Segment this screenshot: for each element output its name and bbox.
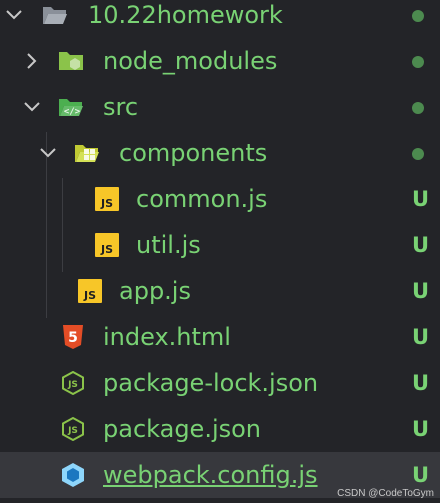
- modified-dot: [412, 102, 424, 114]
- git-status-badge: U: [412, 325, 430, 349]
- git-status-badge: U: [412, 279, 430, 303]
- git-status-badge: U: [412, 417, 430, 441]
- tree-file-index-html[interactable]: 5 index.html U: [0, 314, 440, 360]
- modified-dot: [412, 56, 424, 68]
- modified-dot: [412, 10, 424, 22]
- tree-item-label: index.html: [103, 323, 231, 351]
- tree-item-label: app.js: [119, 277, 191, 305]
- svg-text:JS: JS: [100, 243, 113, 256]
- js-icon: JS: [95, 187, 119, 211]
- watermark: CSDN @CodeToGym: [337, 488, 434, 499]
- tree-item-label: webpack.config.js: [103, 461, 318, 489]
- chevron-down-icon: [24, 102, 40, 112]
- tree-item-label: src: [103, 93, 139, 121]
- chevron-right-icon: [27, 53, 37, 69]
- folder-node-icon: [59, 52, 83, 70]
- svg-text:5: 5: [68, 330, 78, 346]
- js-icon: JS: [78, 279, 102, 303]
- chevron-down-icon: [6, 10, 22, 20]
- tree-file-common-js[interactable]: JS common.js U: [0, 176, 440, 222]
- tree-item-label: node_modules: [103, 47, 278, 75]
- tree-item-label: package.json: [103, 415, 262, 443]
- svg-text:JS: JS: [83, 289, 96, 302]
- git-status-badge: U: [412, 371, 430, 395]
- svg-text:JS: JS: [67, 380, 78, 390]
- folder-src-icon: </>: [59, 99, 83, 117]
- git-status-badge: U: [412, 463, 430, 487]
- tree-file-package-json[interactable]: JS package.json U: [0, 406, 440, 452]
- svg-text:JS: JS: [67, 426, 78, 436]
- svg-text:</>: </>: [64, 107, 81, 117]
- tree-folder-src[interactable]: </> src: [0, 84, 440, 130]
- svg-text:JS: JS: [100, 197, 113, 210]
- tree-item-label: common.js: [136, 185, 268, 213]
- nodejs-icon: JS: [62, 371, 84, 395]
- tree-item-label: util.js: [136, 231, 201, 259]
- tree-item-label: components: [119, 139, 268, 167]
- folder-components-icon: [75, 145, 99, 162]
- git-status-badge: U: [412, 233, 430, 257]
- tree-file-app-js[interactable]: JS app.js U: [0, 268, 440, 314]
- js-icon: JS: [95, 233, 119, 257]
- webpack-icon: [62, 463, 84, 487]
- tree-file-util-js[interactable]: JS util.js U: [0, 222, 440, 268]
- tree-item-label: package-lock.json: [103, 369, 319, 397]
- file-explorer-tree: 10.22homework node_modules </> src compo…: [0, 0, 440, 503]
- modified-dot: [412, 148, 424, 160]
- html5-icon: 5: [63, 325, 83, 349]
- tree-root-label: 10.22homework: [88, 1, 283, 29]
- nodejs-icon: JS: [62, 417, 84, 441]
- tree-root-folder[interactable]: 10.22homework: [0, 0, 440, 38]
- chevron-down-icon: [40, 148, 56, 158]
- tree-folder-components[interactable]: components: [0, 130, 440, 176]
- git-status-badge: U: [412, 187, 430, 211]
- folder-open-icon: [43, 7, 67, 24]
- tree-folder-node-modules[interactable]: node_modules: [0, 38, 440, 84]
- tree-file-package-lock-json[interactable]: JS package-lock.json U: [0, 360, 440, 406]
